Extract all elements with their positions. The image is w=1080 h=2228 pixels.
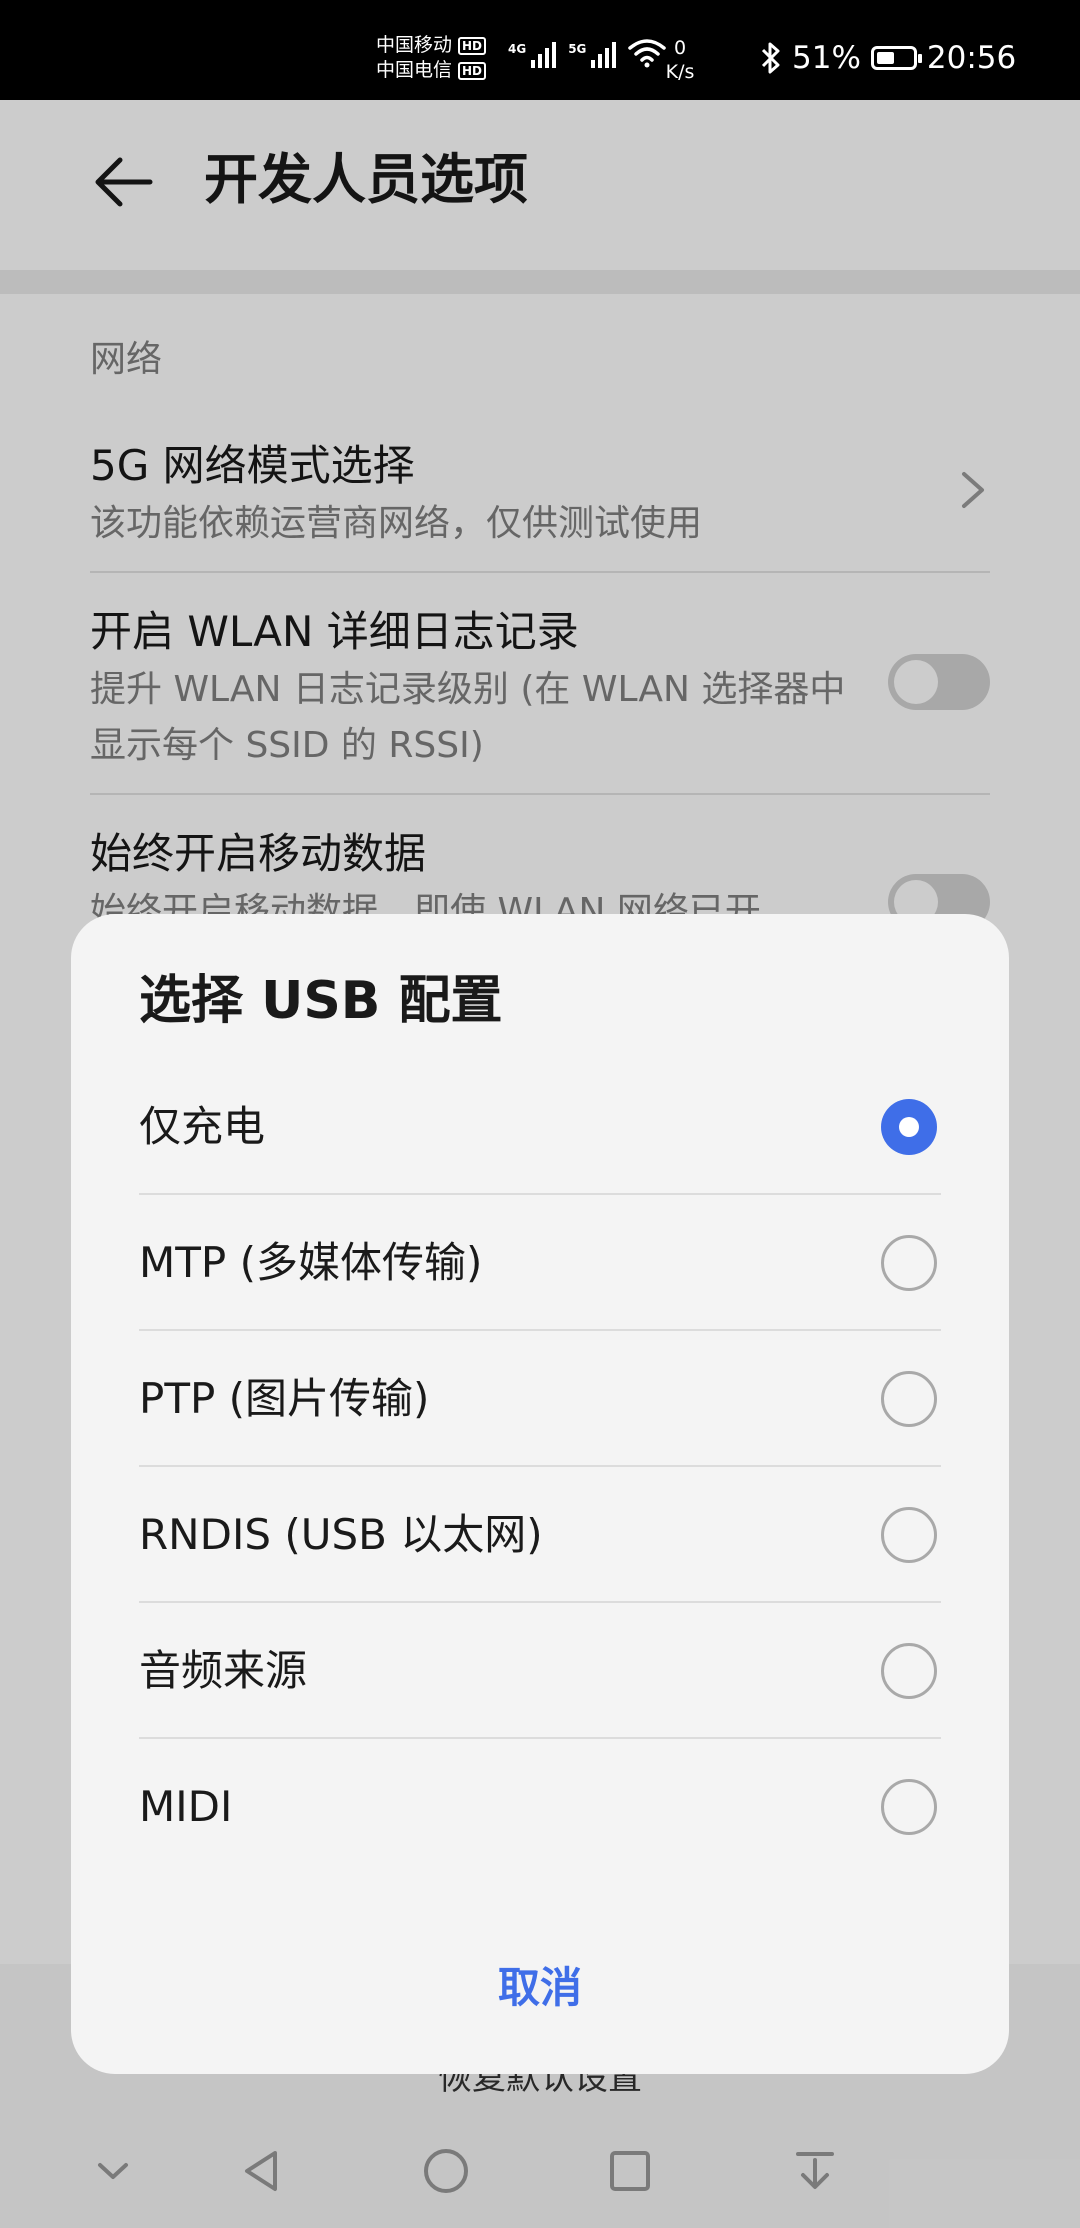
option-label: 仅充电 [139,1102,266,1151]
signal-2-icon: 5G [568,42,617,68]
usb-option-audio-source[interactable]: 音频来源 [139,1604,941,1739]
signal-2-type: 5G [568,42,587,56]
divider [139,1601,941,1603]
option-label: MTP (多媒体传输) [139,1238,483,1287]
divider [139,1193,941,1195]
radio-button[interactable] [881,1235,937,1291]
usb-option-mtp[interactable]: MTP (多媒体传输) [139,1196,941,1331]
usb-option-ptp[interactable]: PTP (图片传输) [139,1332,941,1467]
option-label: PTP (图片传输) [139,1374,430,1423]
usb-option-charge-only[interactable]: 仅充电 [139,1060,941,1195]
clock: 20:56 [926,40,1017,76]
radio-button[interactable] [881,1371,937,1427]
hd-badge: HD [458,61,487,80]
cancel-button[interactable]: 取消 [71,1954,1009,2015]
radio-button[interactable] [881,1507,937,1563]
battery-percent: 51% [792,40,861,76]
option-label: MIDI [139,1782,233,1831]
usb-config-dialog: 选择 USB 配置 仅充电 MTP (多媒体传输) PTP (图片传输) RND… [71,914,1009,2074]
battery-icon [870,46,922,70]
bluetooth-icon [761,42,780,74]
radio-button[interactable] [881,1779,937,1835]
battery-level [876,52,895,64]
usb-option-rndis[interactable]: RNDIS (USB 以太网) [139,1468,941,1603]
hd-badge: HD [458,36,487,55]
carrier-info: 中国移动 HD 中国电信 HD [376,33,487,83]
divider [139,1329,941,1331]
signal-icons: 4G 5G [508,38,667,68]
net-speed-unit: K/s [665,61,695,83]
status-bar: 中国移动 HD 中国电信 HD 4G 5G 0 K/s 51% 20:56 [0,0,1080,100]
net-speed: 0 K/s [660,36,700,84]
radio-button[interactable] [881,1643,937,1699]
signal-1-icon: 4G [508,42,557,68]
divider [139,1737,941,1739]
radio-button[interactable] [881,1099,937,1155]
option-label: RNDIS (USB 以太网) [139,1510,543,1559]
carrier-2: 中国电信 [376,59,453,81]
carrier-1: 中国移动 [376,34,453,56]
status-right: 51% 20:56 [760,40,1016,76]
divider [139,1465,941,1467]
net-speed-value: 0 [673,37,687,59]
usb-option-midi[interactable]: MIDI [139,1740,941,1874]
dialog-title: 选择 USB 配置 [139,971,503,1031]
signal-1-type: 4G [508,42,527,56]
option-label: 音频来源 [139,1646,308,1695]
